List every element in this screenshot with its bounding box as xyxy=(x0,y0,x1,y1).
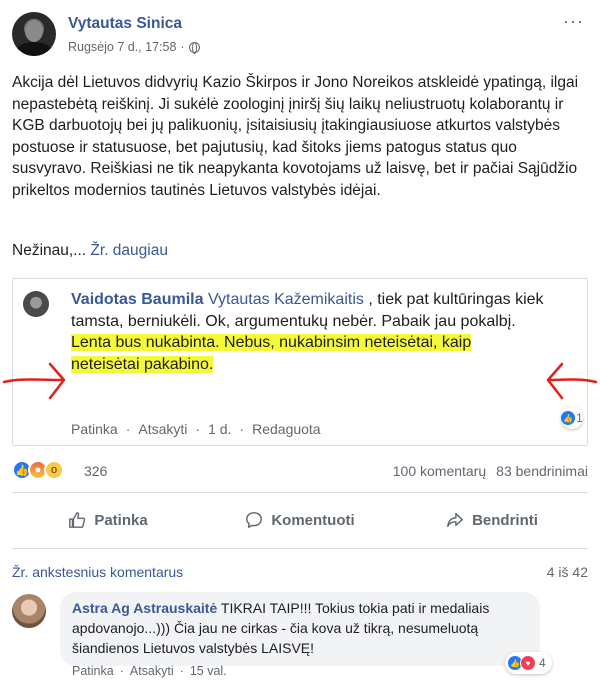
comments-counter: 4 iš 42 xyxy=(546,564,588,580)
post-truncated: Nežinau,... Žr. daugiau xyxy=(12,242,168,260)
author-avatar[interactable] xyxy=(12,12,56,56)
embedded-comment-actions: Patinka · Atsakyti · 1 d. · Redaguota xyxy=(71,421,321,437)
like-icon: 👍 xyxy=(561,411,576,425)
engagement-counts: 100 komentarų 83 bendrinimai xyxy=(393,463,588,479)
comment-action-sep: · xyxy=(119,664,124,678)
comment-action-sep: · xyxy=(179,664,184,678)
wow-icon: o xyxy=(44,460,64,480)
truncated-text: Nežinau,... xyxy=(12,242,87,259)
commenter-avatar[interactable] xyxy=(12,594,46,628)
thumbs-up-icon xyxy=(69,512,86,528)
comments-header: Žr. ankstesnius komentarus 4 iš 42 xyxy=(12,564,588,580)
embedded-action-reply: Atsakyti xyxy=(138,421,188,437)
embedded-like-badge: 👍 1 xyxy=(561,407,583,429)
embedded-comment-author: Vaidotas Baumila xyxy=(71,291,204,308)
embedded-action-sep: · xyxy=(195,421,201,437)
globe-icon[interactable] xyxy=(188,41,200,54)
comment-reaction-count: 4 xyxy=(539,656,546,670)
embedded-action-sep: · xyxy=(239,421,245,437)
post-body-text: Akcija dėl Lietuvos didvyrių Kazio Škirp… xyxy=(12,74,579,199)
commenter-avatar xyxy=(23,291,49,317)
share-icon xyxy=(447,512,463,528)
comment-bubble: Astra Ag Astrauskaitė TIKRAI TAIP!!! Tok… xyxy=(60,592,540,666)
post-action-bar: Patinka Komentuoti Bendrinti xyxy=(12,500,588,540)
love-icon: ♥ xyxy=(520,655,536,671)
comment-reply-link[interactable]: Atsakyti xyxy=(130,664,174,678)
highlighted-text-line-1: Lenta bus nukabinta. Nebus, nukabinsim n… xyxy=(71,334,472,351)
comment-button-label: Komentuoti xyxy=(271,511,355,529)
comment-timestamp[interactable]: 15 val. xyxy=(190,664,227,678)
post-meta: Rugsėjo 7 d., 17:58 · xyxy=(68,40,200,54)
embedded-comment-text: Vaidotas Baumila Vytautas Kažemikaitis ,… xyxy=(71,289,571,375)
view-previous-comments-link[interactable]: Žr. ankstesnius komentarus xyxy=(12,564,183,580)
embedded-action-time: 1 d. xyxy=(208,421,232,437)
divider xyxy=(12,548,588,549)
embedded-comment-tag: Vytautas Kažemikaitis xyxy=(207,291,364,308)
like-button-label: Patinka xyxy=(94,511,148,529)
comment-actions: Patinka · Atsakyti · 15 val. xyxy=(72,664,227,678)
embedded-comment-screenshot: Vaidotas Baumila Vytautas Kažemikaitis ,… xyxy=(12,278,588,446)
comment-icon xyxy=(246,512,263,528)
post-header: Vytautas Sinica Rugsėjo 7 d., 17:58 · ··… xyxy=(12,10,588,60)
post-author-name[interactable]: Vytautas Sinica xyxy=(68,15,182,33)
reaction-count[interactable]: 326 xyxy=(84,463,107,479)
reaction-icons: 👍 ● o xyxy=(12,460,64,480)
comment-author[interactable]: Astra Ag Astrauskaitė xyxy=(72,600,217,616)
comment-count[interactable]: 100 komentarų xyxy=(393,463,486,479)
share-button-label: Bendrinti xyxy=(472,511,538,529)
comment-button[interactable]: Komentuoti xyxy=(204,500,396,540)
share-count[interactable]: 83 bendrinimai xyxy=(496,463,588,479)
share-button[interactable]: Bendrinti xyxy=(396,500,588,540)
comment-like-link[interactable]: Patinka xyxy=(72,664,114,678)
highlighted-text-line-2: neteisėtai pakabino. xyxy=(71,355,214,373)
avatar-face xyxy=(25,20,43,42)
post-date[interactable]: Rugsėjo 7 d., 17:58 xyxy=(68,40,176,54)
more-options-icon[interactable]: ··· xyxy=(563,12,584,30)
embedded-action-sep: · xyxy=(125,421,131,437)
embedded-action-like: Patinka xyxy=(71,421,118,437)
like-button[interactable]: Patinka xyxy=(12,500,204,540)
comment-reaction-badge[interactable]: 👍 ♥ 4 xyxy=(505,652,552,674)
reactions-summary[interactable]: 👍 ● o 326 100 komentarų 83 bendrinimai xyxy=(12,460,588,482)
embedded-action-edited: Redaguota xyxy=(252,421,321,437)
see-more-link[interactable]: Žr. daugiau xyxy=(90,242,168,259)
divider xyxy=(12,492,588,493)
embedded-like-count: 1 xyxy=(576,411,583,425)
meta-separator: · xyxy=(180,40,185,54)
avatar-shoulders xyxy=(16,42,52,56)
